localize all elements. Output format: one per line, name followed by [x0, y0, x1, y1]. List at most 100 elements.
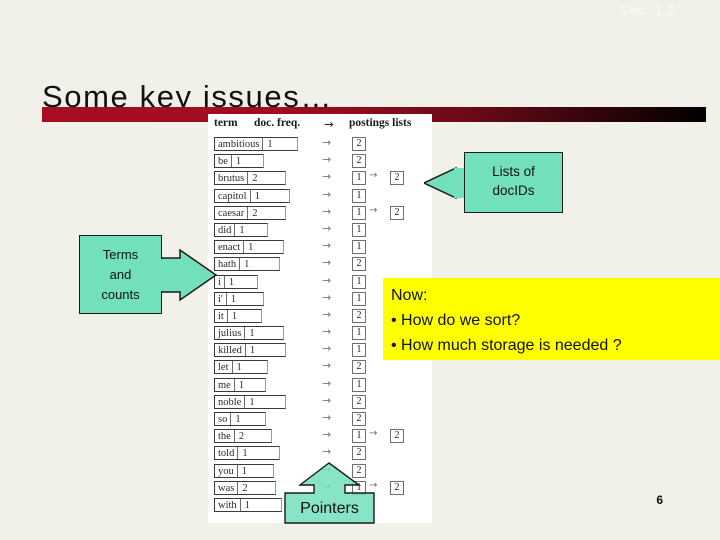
- slide-number: 6: [656, 493, 663, 507]
- callout-terms-line3: counts: [101, 287, 140, 302]
- callout-terms-line1: Terms: [102, 247, 139, 262]
- column-header-postings: postings lists: [349, 117, 412, 129]
- posting-docid: 2: [352, 257, 366, 272]
- doc-freq-value: 1: [235, 156, 242, 168]
- posting-docid: 1: [352, 377, 366, 392]
- doc-freq-value: 2: [252, 207, 258, 219]
- term-cell: noble 1: [214, 394, 286, 409]
- slide-canvas: Sec. 1.2 Some key issues… term doc. freq…: [0, 0, 720, 540]
- posting-docid: 2: [352, 360, 366, 375]
- row-arrow-icon: →: [322, 153, 332, 167]
- doc-freq-value: 1: [267, 139, 273, 150]
- term-cell: i' 1: [214, 291, 264, 306]
- row-arrow-icon: →: [322, 290, 332, 304]
- term-label: told: [215, 447, 239, 460]
- term-label: brutus: [215, 172, 249, 185]
- posting-docid: 2: [352, 412, 366, 426]
- doc-freq-value: 1: [242, 448, 248, 460]
- row-arrow-icon: →: [322, 170, 332, 184]
- term-cell: i1: [214, 274, 258, 289]
- term-label: capitol: [215, 189, 251, 202]
- posting-docid: 1: [352, 240, 366, 255]
- row-arrow-icon: →: [322, 307, 332, 321]
- callout-lists-text: Lists of docIDs: [465, 162, 562, 200]
- table-row: caesar 2 → 1 → 2: [208, 205, 432, 222]
- callout-lists-line2: docIDs: [492, 183, 535, 198]
- term-cell: was 2: [214, 480, 276, 495]
- posting-docid: 2: [352, 446, 366, 461]
- column-header-term: term: [214, 117, 238, 129]
- term-cell: julius 1: [214, 326, 284, 341]
- row-arrow-icon: →: [322, 428, 332, 442]
- row-arrow-icon: →: [322, 342, 332, 356]
- callout-terms-line2: and: [109, 267, 132, 282]
- term-cell: caesar 2: [214, 205, 286, 220]
- posting-link-arrow-icon: →: [369, 428, 378, 440]
- doc-freq-value: 1: [236, 362, 242, 374]
- term-cell: brutus 2: [214, 171, 286, 186]
- row-arrow-icon: →: [322, 393, 332, 407]
- doc-freq-value: 1: [235, 414, 241, 425]
- row-arrow-icon: →: [322, 376, 332, 390]
- doc-freq-value: 1: [239, 224, 245, 236]
- doc-freq-value: 1: [238, 379, 245, 391]
- table-row: hath 1 → 2: [208, 256, 432, 273]
- posting-docid: 1: [352, 343, 366, 358]
- doc-freq-value: 1: [244, 499, 250, 511]
- posting-link-arrow-icon: →: [369, 204, 378, 216]
- term-label: did: [215, 223, 236, 236]
- section-label: Sec. 1.2: [620, 2, 675, 18]
- term-label: noble: [215, 395, 246, 408]
- table-row: brutus 2 → 1 → 2: [208, 170, 432, 187]
- term-label: me: [215, 378, 235, 391]
- term-cell: enact 1: [214, 240, 284, 255]
- doc-freq-value: 1: [231, 310, 238, 322]
- callout-pointers-label: Pointers: [300, 500, 359, 517]
- posting-link-arrow-icon: →: [369, 170, 378, 182]
- term-cell: so 1: [214, 412, 266, 426]
- term-label: enact: [215, 241, 245, 254]
- doc-freq-value: 1: [241, 465, 247, 477]
- term-cell: ambitious 1: [214, 137, 298, 151]
- callout-now-questions: Now: • How do we sort? • How much storag…: [383, 278, 720, 360]
- table-row: be 1 → 2: [208, 153, 432, 170]
- callout-lists-of-docids: Lists of docIDs: [464, 152, 563, 213]
- term-label: killed: [215, 344, 246, 357]
- term-label: be: [215, 155, 232, 168]
- table-row: me 1 → 1: [208, 377, 432, 394]
- doc-freq-value: 2: [252, 173, 258, 185]
- table-row: enact 1 → 1: [208, 239, 432, 256]
- term-label: the: [215, 430, 235, 443]
- term-label: caesar: [215, 206, 249, 219]
- now-bullet-sort: • How do we sort?: [391, 312, 521, 329]
- doc-freq-value: 1: [248, 242, 254, 254]
- posting-docid: 1: [352, 274, 366, 289]
- term-cell: it 1: [214, 308, 262, 323]
- column-header-doc-freq: doc. freq.: [254, 117, 301, 129]
- posting-docid: 1: [352, 429, 366, 444]
- term-cell: me 1: [214, 377, 266, 392]
- term-label: was: [215, 481, 239, 494]
- row-arrow-icon: →: [322, 411, 332, 424]
- posting-docid: 2: [390, 205, 404, 220]
- posting-docid: 1: [352, 326, 366, 341]
- term-label: julius: [215, 327, 246, 340]
- row-arrow-icon: →: [322, 187, 332, 201]
- row-arrow-icon: →: [322, 204, 332, 218]
- table-row: capitol 1 → 1: [208, 188, 432, 205]
- posting-docid: 2: [352, 308, 366, 323]
- term-cell: capitol 1: [214, 188, 290, 203]
- posting-docid: 2: [390, 171, 404, 186]
- row-arrow-icon: →: [322, 136, 332, 149]
- row-arrow-icon: →: [322, 445, 332, 459]
- term-cell: killed 1: [214, 343, 286, 358]
- table-row: told 1 → 2: [208, 445, 432, 462]
- term-label: so: [215, 413, 232, 425]
- table-row: the 2 → 1 → 2: [208, 428, 432, 445]
- posting-docid: 2: [352, 137, 366, 151]
- now-bullet-storage: • How much storage is needed ?: [391, 337, 622, 354]
- posting-docid: 2: [352, 394, 366, 409]
- table-row: ambitious 1 → 2: [208, 136, 432, 153]
- lists-callout-tail: [424, 167, 465, 199]
- table-row: noble 1 → 2: [208, 394, 432, 411]
